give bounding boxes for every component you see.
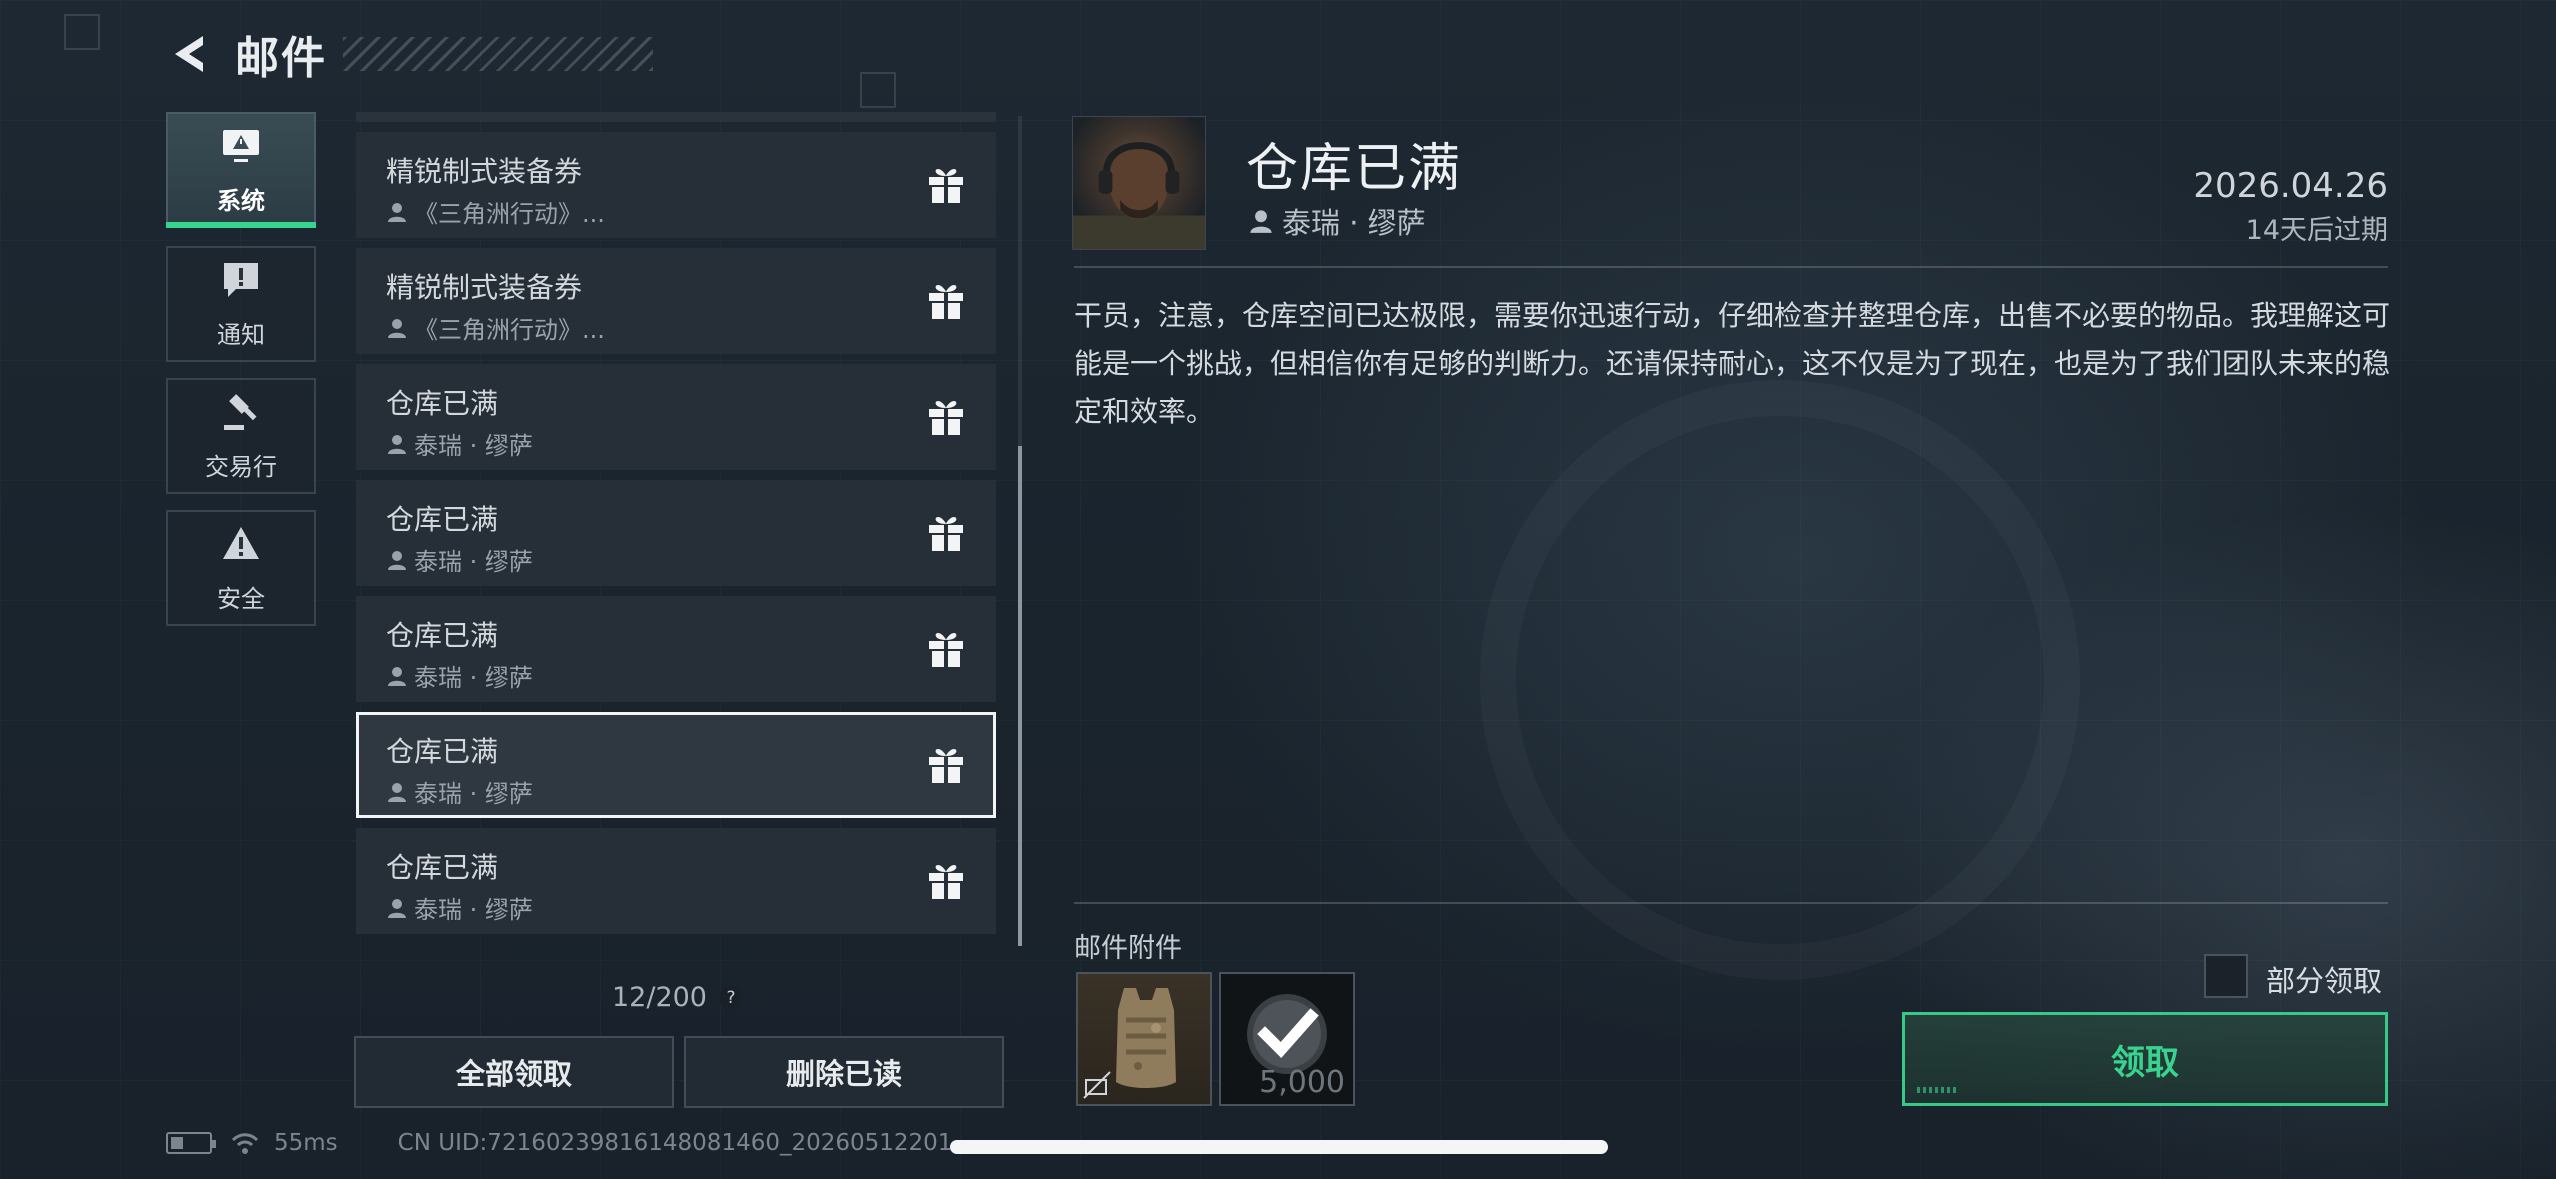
mail-list-item-selected[interactable]: 仓库已满 泰瑞 · 缪萨	[356, 712, 996, 818]
gavel-icon	[220, 391, 262, 437]
mail-sender: 《三角洲行动》...	[386, 310, 605, 345]
mail-sender-name: 泰瑞 · 缪萨	[414, 664, 533, 692]
mail-date: 2026.04.26	[2193, 166, 2388, 206]
claim-all-button[interactable]: 全部领取	[354, 1036, 674, 1108]
person-icon	[388, 782, 406, 802]
mail-list-item[interactable]: 仓库已满 泰瑞 · 缪萨	[356, 596, 996, 702]
delete-read-button[interactable]: 删除已读	[684, 1036, 1004, 1108]
mail-sender-name: 泰瑞 · 缪萨	[414, 896, 533, 924]
mail-sender-name: 泰瑞 · 缪萨	[414, 548, 533, 576]
gift-icon	[929, 517, 963, 551]
divider	[1074, 902, 2388, 904]
mail-sender-name: 《三角洲行动》...	[414, 316, 605, 344]
corner-decoration	[64, 14, 100, 50]
mail-list[interactable]: 精锐制式装备券 《三角洲行动》... 精锐制式装备券 《三角洲行动》... 仓库…	[356, 112, 996, 942]
ping-text: 55ms	[274, 1130, 338, 1156]
tab-system[interactable]: 系统	[166, 112, 316, 228]
gift-icon	[929, 285, 963, 319]
mail-title: 仓库已满	[386, 619, 499, 652]
attachments-label: 邮件附件	[1074, 933, 1182, 964]
mail-sender: 泰瑞 · 缪萨	[386, 774, 533, 809]
page-header: 邮件	[165, 22, 653, 86]
mail-count-text: 12/200	[612, 982, 707, 1013]
mail-expiry: 14天后过期	[2245, 215, 2388, 246]
mail-list-scrollbar-thumb[interactable]	[1018, 446, 1022, 946]
mail-count: 12/200 ?	[612, 982, 743, 1013]
tab-label: 安全	[217, 584, 265, 613]
mail-list-item[interactable]: 仓库已满 泰瑞 · 缪萨	[356, 480, 996, 586]
mail-detail-sender-name: 泰瑞 · 缪萨	[1282, 206, 1426, 240]
mail-list-item[interactable]: 精锐制式装备券 《三角洲行动》...	[356, 248, 996, 354]
mail-detail-title: 仓库已满	[1246, 139, 1463, 199]
mail-title: 仓库已满	[386, 387, 499, 420]
gift-icon	[929, 633, 963, 667]
gift-icon	[929, 169, 963, 203]
mail-title: 仓库已满	[386, 851, 499, 884]
home-indicator[interactable]	[950, 1140, 1608, 1154]
help-icon[interactable]: ?	[719, 985, 743, 1010]
mail-body: 干员，注意，仓库空间已达极限，需要你迅速行动，仔细检查并整理仓库，出售不必要的物…	[1074, 299, 2391, 428]
page-title: 邮件	[235, 33, 327, 84]
mail-sender: 《三角洲行动》...	[386, 194, 605, 229]
person-icon	[388, 666, 406, 686]
mail-title: 仓库已满	[386, 503, 499, 536]
background-emblem	[1480, 380, 2080, 980]
mail-sender: 泰瑞 · 缪萨	[386, 426, 533, 461]
mail-sender: 泰瑞 · 缪萨	[386, 658, 533, 693]
partial-claim-checkbox[interactable]	[2204, 954, 2248, 998]
mail-sender-name: 泰瑞 · 缪萨	[414, 780, 533, 808]
corner-decoration	[860, 72, 896, 108]
tab-label: 通知	[217, 320, 265, 349]
attachment-armor-vest[interactable]	[1076, 972, 1212, 1106]
person-icon	[388, 550, 406, 570]
mail-title: 仓库已满	[386, 735, 499, 768]
person-icon	[388, 202, 406, 222]
tab-trade[interactable]: 交易行	[166, 378, 316, 494]
person-icon	[388, 898, 406, 918]
mail-list-item[interactable]: 仓库已满 泰瑞 · 缪萨	[356, 364, 996, 470]
battery-icon	[166, 1132, 216, 1154]
attachment-currency[interactable]: 5,000	[1219, 972, 1355, 1106]
no-trade-icon	[1083, 1071, 1111, 1099]
mail-title: 精锐制式装备券	[386, 271, 583, 304]
back-arrow-icon	[175, 36, 203, 72]
mail-sender: 泰瑞 · 缪萨	[386, 890, 533, 925]
person-icon	[388, 318, 406, 338]
mail-list-item[interactable]: 仓库已满 泰瑞 · 缪萨	[356, 828, 996, 934]
sender-avatar	[1072, 116, 1206, 250]
mail-detail-sender: 泰瑞 · 缪萨	[1248, 200, 1426, 242]
tab-security[interactable]: 安全	[166, 510, 316, 626]
mail-sender: 泰瑞 · 缪萨	[386, 542, 533, 577]
gift-icon	[929, 865, 963, 899]
monitor-alert-icon	[220, 125, 262, 171]
mail-list-item[interactable]: 精锐制式装备券 《三角洲行动》...	[356, 132, 996, 238]
person-icon	[388, 434, 406, 454]
tab-label: 系统	[217, 186, 265, 215]
partial-claim-label: 部分领取	[2266, 964, 2383, 998]
claim-button[interactable]: 领取	[1902, 1012, 2388, 1106]
tab-label: 交易行	[205, 452, 277, 481]
divider	[1074, 266, 2388, 268]
gift-icon	[929, 749, 963, 783]
tab-notice[interactable]: 通知	[166, 246, 316, 362]
attachment-quantity: 5,000	[1259, 1065, 1345, 1100]
wifi-icon	[231, 1133, 259, 1154]
status-bar: 55ms CN UID:72160239816148081460_2026051…	[166, 1130, 952, 1156]
person-icon	[1250, 210, 1272, 233]
warning-triangle-icon	[220, 523, 262, 569]
message-alert-icon	[220, 259, 262, 305]
back-button[interactable]	[165, 26, 213, 82]
mail-title: 精锐制式装备券	[386, 155, 583, 188]
mail-list-item-partial	[356, 112, 996, 122]
gift-icon	[929, 401, 963, 435]
mail-sender-name: 泰瑞 · 缪萨	[414, 432, 533, 460]
uid-text: CN UID:72160239816148081460_20260512201	[397, 1130, 953, 1156]
mail-sender-name: 《三角洲行动》...	[414, 200, 605, 228]
title-decoration	[343, 37, 653, 71]
